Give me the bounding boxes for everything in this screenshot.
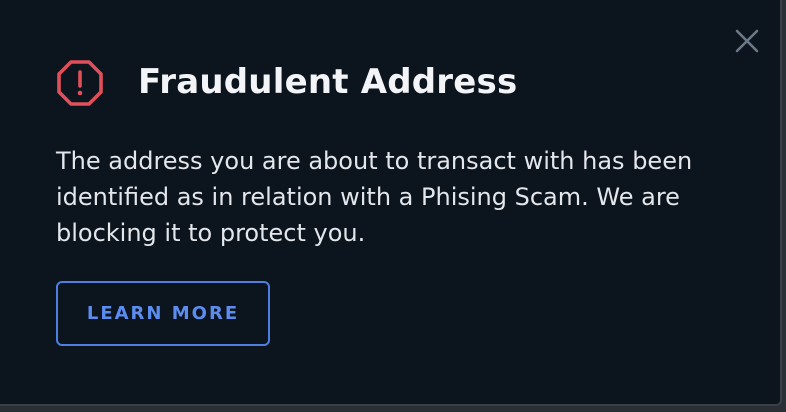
dialog-title: Fraudulent Address bbox=[138, 62, 518, 102]
close-button[interactable] bbox=[733, 27, 761, 55]
octagon-exclamation-icon bbox=[57, 60, 103, 106]
close-icon bbox=[735, 29, 759, 53]
dialog-message: The address you are about to transact wi… bbox=[56, 147, 693, 247]
fraud-alert-dialog: Fraudulent Address The address you are a… bbox=[0, 0, 782, 406]
learn-more-button[interactable]: LEARN MORE bbox=[56, 281, 270, 346]
